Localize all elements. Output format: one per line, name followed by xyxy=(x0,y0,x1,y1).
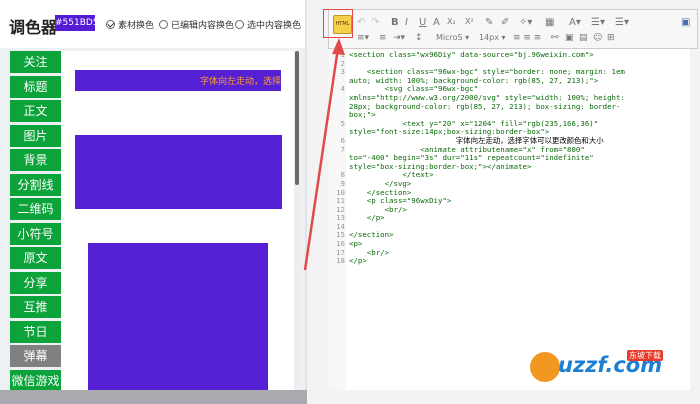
code-text: <section class="wx96Diy" data-source="bj… xyxy=(349,50,594,59)
uzzf-logo-icon xyxy=(530,352,560,382)
code-line: 18 </p> xyxy=(336,256,625,266)
check-circle-icon xyxy=(106,20,115,29)
align-left-icon[interactable]: ≡▾ xyxy=(357,33,369,43)
nav-item-share[interactable]: 分享 xyxy=(10,271,61,294)
code-text: </p> xyxy=(349,213,385,223)
map-icon[interactable]: ⊞ xyxy=(607,33,615,43)
nav-item-follow[interactable]: 关注 xyxy=(10,51,61,73)
category-nav: 关注 标题 正文 图片 背景 分割线 二维码 小符号 原文 分享 互推 节日 弹… xyxy=(10,51,61,394)
option-selected-recolor[interactable]: 选中内容换色 xyxy=(235,18,301,31)
indent-icon[interactable]: ⇥▾ xyxy=(393,33,405,43)
html-button-highlight xyxy=(323,9,353,38)
link-icon[interactable]: ⚯ xyxy=(551,33,559,43)
code-line: 1 <section class="wx96Diy" data-source="b… xyxy=(341,50,625,60)
code-line: 16 <p> xyxy=(336,239,625,249)
site-watermark: uzzf.com 东坡下载 xyxy=(530,350,690,390)
nav-item-original[interactable]: 原文 xyxy=(10,247,61,269)
nav-item-danmaku[interactable]: 弹幕 xyxy=(10,345,61,367)
underline-icon[interactable]: U xyxy=(419,17,426,28)
text-color-icon[interactable]: A▾ xyxy=(569,17,581,28)
color-tool-panel: 调色器 #551BD5 素材换色 已编辑内容换色 选中内容换色 关注 标题 正文… xyxy=(0,0,305,404)
danmaku-template-bar[interactable]: 字体向左走动，选择 xyxy=(75,70,281,91)
scrollbar-thumb[interactable] xyxy=(295,51,299,185)
nav-item-body[interactable]: 正文 xyxy=(10,100,61,122)
html-source-editor[interactable]: 1 <section class="wx96Diy" data-source="b… xyxy=(329,49,690,390)
option-material-recolor[interactable]: 素材换色 xyxy=(106,18,154,31)
undo-icon[interactable]: ↶ xyxy=(357,17,365,28)
code-line: 17 <br/> xyxy=(336,248,625,258)
ordered-list-icon[interactable]: ☰▾ xyxy=(591,17,605,28)
code-line: 13 </p> xyxy=(336,213,625,223)
brush-icon[interactable]: ✐ xyxy=(501,17,509,28)
align-center-icon[interactable]: ≡ xyxy=(379,33,387,43)
nav-item-qrcode[interactable]: 二维码 xyxy=(10,198,61,220)
line-height-icon[interactable]: ↕ xyxy=(415,33,423,43)
template-preview[interactable]: 字体向左走动，选择 xyxy=(61,51,294,390)
nav-item-image[interactable]: 图片 xyxy=(10,124,61,147)
code-text: </p> xyxy=(349,256,367,266)
code-line: 15 </section> xyxy=(336,231,625,240)
nav-item-divider[interactable]: 分割线 xyxy=(10,173,61,196)
line-number: 18 xyxy=(336,256,345,266)
font-family-select[interactable]: MicroS ▾ xyxy=(436,33,469,42)
bullet-list-icon[interactable]: ☰▾ xyxy=(615,17,629,28)
font-size-select[interactable]: 14px ▾ xyxy=(479,33,506,42)
nav-item-title[interactable]: 标题 xyxy=(10,75,61,98)
line-number: 5 xyxy=(340,118,345,128)
option-edited-recolor[interactable]: 已编辑内容换色 xyxy=(159,18,234,31)
option-label: 素材换色 xyxy=(118,21,155,31)
font-family-value: MicroS xyxy=(436,33,463,42)
app-title: 调色器 xyxy=(9,18,58,37)
nav-item-promote[interactable]: 互推 xyxy=(10,296,61,318)
image-icon[interactable]: ▣ xyxy=(565,33,574,43)
radio-circle-icon xyxy=(159,20,168,29)
purple-template-block[interactable] xyxy=(88,243,268,390)
nav-item-wechat-game[interactable]: 微信游戏 xyxy=(10,369,61,392)
color-tool-header: 调色器 #551BD5 素材换色 已编辑内容换色 选中内容换色 xyxy=(0,0,305,48)
line-number: 3 xyxy=(340,67,345,77)
nav-item-background[interactable]: 背景 xyxy=(10,149,61,171)
subscript-icon[interactable]: X₂ xyxy=(447,17,456,26)
radio-circle-icon xyxy=(235,20,244,29)
table-icon[interactable]: ▦ xyxy=(545,17,554,28)
font-color-icon[interactable]: A xyxy=(433,17,440,28)
nav-item-symbol[interactable]: 小符号 xyxy=(10,222,61,245)
option-label: 已编辑内容换色 xyxy=(171,21,235,31)
color-value-button[interactable]: #551BD5 xyxy=(55,15,99,31)
preview-scrollbar[interactable] xyxy=(294,51,300,390)
format-painter-icon[interactable]: ✧▾ xyxy=(519,17,532,28)
redo-icon[interactable]: ↷ xyxy=(371,17,379,28)
align-justify-icon[interactable]: ≡ ≡ ≡ xyxy=(513,33,541,43)
code-text: 28px; background-color: rgb(85, 27, 213)… xyxy=(349,101,621,111)
purple-template-block[interactable] xyxy=(75,135,282,209)
italic-icon[interactable]: I xyxy=(405,17,408,28)
line-number: 4 xyxy=(340,84,345,94)
eraser-icon[interactable]: ✎ xyxy=(485,17,493,28)
code-line: 12 <br/> xyxy=(336,205,625,215)
watermark-tag: 东坡下载 xyxy=(627,350,663,361)
source-code[interactable]: 1 <section class="wx96Diy" data-source="b… xyxy=(336,50,625,266)
scrolling-text: 字体向左走动，选择 xyxy=(199,77,281,87)
video-icon[interactable]: ▤ xyxy=(579,33,588,43)
code-line: 28px; background-color: rgb(85, 27, 213)… xyxy=(349,101,625,112)
font-size-value: 14px xyxy=(479,33,499,42)
editor-toolbar: HTML ↶ ↷ B I U A X₂ X² ✎ ✐ ✧▾ ▦ A▾ ☰▾ ☰▾… xyxy=(328,9,698,49)
bold-icon[interactable]: B xyxy=(391,17,399,28)
option-label: 选中内容换色 xyxy=(247,21,302,31)
superscript-icon[interactable]: X² xyxy=(465,17,474,26)
nav-item-holiday[interactable]: 节日 xyxy=(10,320,61,343)
fullscreen-icon[interactable]: ▣ xyxy=(681,17,690,28)
line-number: 7 xyxy=(340,144,345,154)
emoji-icon[interactable]: ☺ xyxy=(593,33,602,43)
